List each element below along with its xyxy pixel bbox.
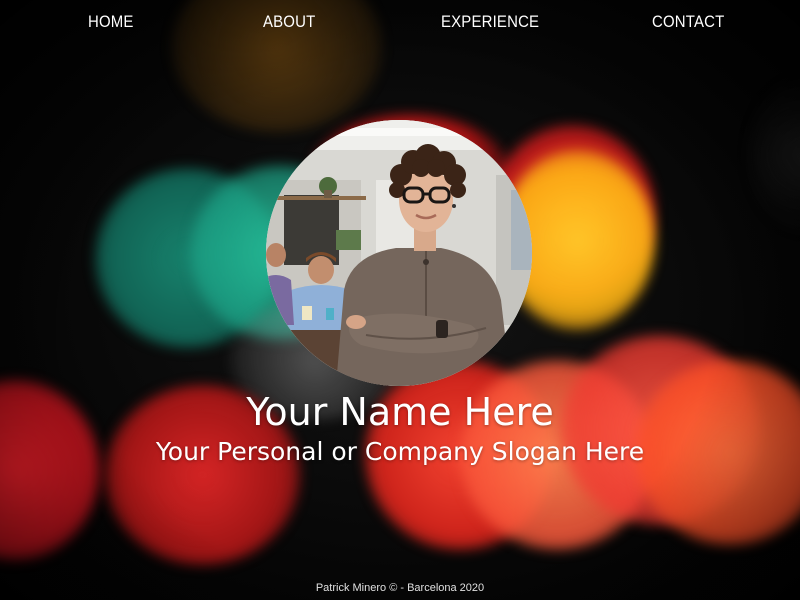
main-nav: HOME ABOUT EXPERIENCE CONTACT [0, 10, 800, 34]
nav-contact-link[interactable]: CONTACT [652, 10, 724, 34]
landing-page: HOME ABOUT EXPERIENCE CONTACT Your Name … [0, 0, 800, 600]
nav-home-link[interactable]: HOME [88, 10, 134, 34]
nav-about-link[interactable]: ABOUT [263, 10, 315, 34]
footer-credit: Patrick Minero © - Barcelona 2020 [315, 582, 485, 594]
hero-name: Your Name Here [246, 390, 554, 434]
profile-photo-illustration [266, 120, 532, 386]
nav-experience-link[interactable]: EXPERIENCE [441, 10, 539, 34]
hero-slogan: Your Personal or Company Slogan Here [155, 437, 645, 466]
profile-photo [266, 120, 532, 386]
bokeh-light [750, 80, 800, 230]
